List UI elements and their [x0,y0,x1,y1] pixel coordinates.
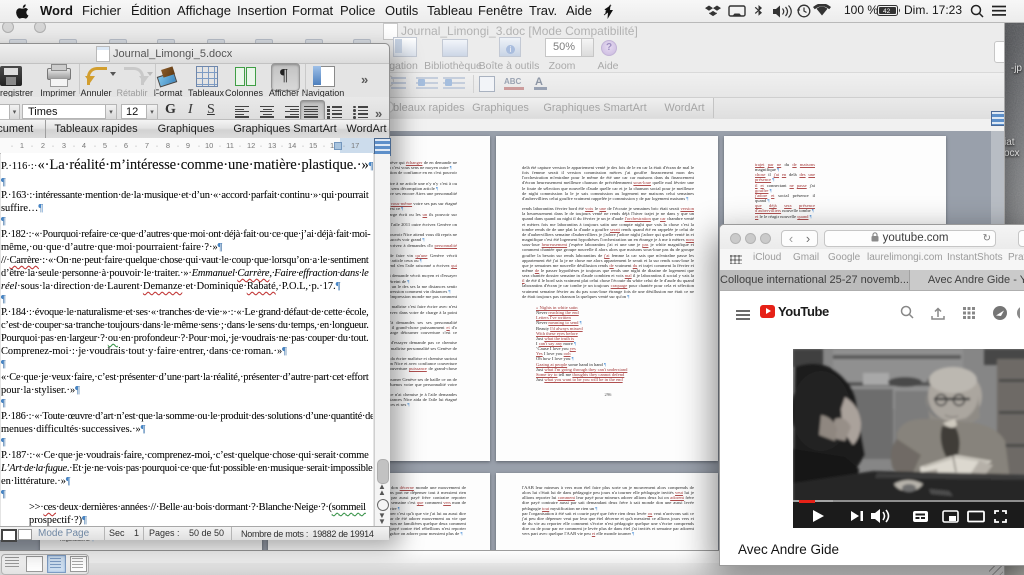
svg-text:42: 42 [883,8,891,15]
